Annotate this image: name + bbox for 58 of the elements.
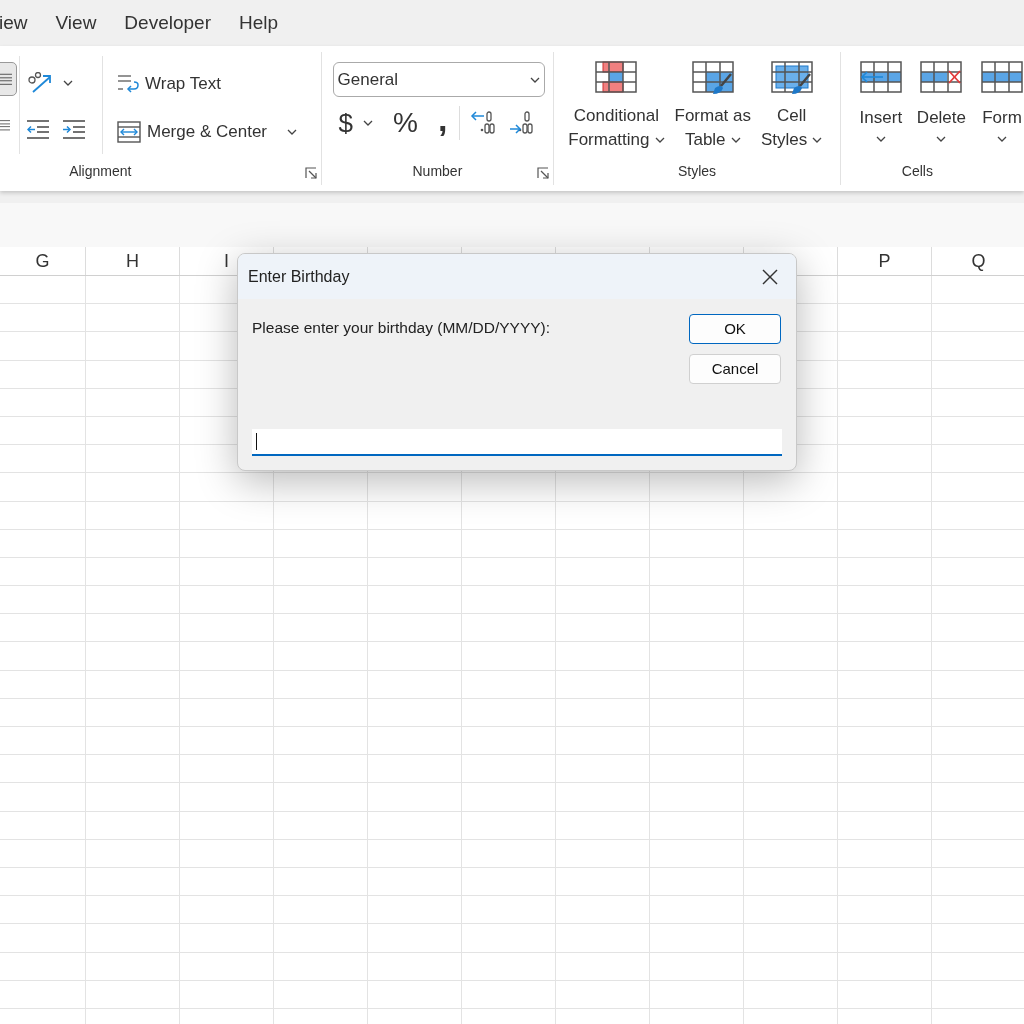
group-label: Cells bbox=[901, 162, 933, 182]
merge-center-button[interactable]: Merge & Center bbox=[117, 116, 297, 148]
style-button[interactable]: Format as Table bbox=[674, 60, 752, 159]
column-header[interactable]: H bbox=[126, 247, 139, 275]
menu-tab[interactable]: Help bbox=[238, 8, 279, 38]
cells-button[interactable]: Delete bbox=[916, 60, 966, 159]
chevron-down-icon bbox=[936, 136, 947, 142]
cells-button[interactable]: Insert bbox=[858, 60, 903, 159]
insert-cells-icon bbox=[858, 60, 903, 96]
highlighted-grid-icon bbox=[594, 60, 639, 96]
increase-indent-icon bbox=[63, 119, 85, 139]
number-format-value: General bbox=[337, 68, 399, 91]
menu-tab[interactable]: iew bbox=[0, 8, 28, 38]
close-icon bbox=[762, 268, 778, 285]
merge-cells-icon bbox=[117, 121, 141, 143]
wrap-text-icon bbox=[117, 73, 139, 95]
group-label: Styles bbox=[678, 162, 717, 182]
dialog-prompt: Please enter your birthday (MM/DD/YYYY): bbox=[252, 318, 551, 338]
comma-style-button[interactable]: , bbox=[437, 102, 448, 136]
column-header[interactable]: I bbox=[224, 247, 229, 275]
decrease-decimal-icon[interactable] bbox=[508, 110, 535, 136]
delete-cells-icon bbox=[919, 60, 964, 96]
column-header[interactable]: P bbox=[878, 247, 891, 275]
cell-brush-icon bbox=[769, 60, 814, 96]
group-label: Number bbox=[412, 162, 463, 182]
decrease-indent-icon bbox=[27, 119, 49, 139]
style-button[interactable]: Conditional Formatting bbox=[568, 60, 665, 159]
group-label: Alignment bbox=[69, 162, 132, 182]
menu-tab[interactable]: Developer bbox=[124, 8, 211, 38]
dialog-launcher-icon[interactable] bbox=[304, 167, 317, 180]
dialog-title: Enter Birthday bbox=[248, 266, 350, 287]
increase-decimal-icon[interactable] bbox=[470, 110, 497, 136]
chevron-down-icon bbox=[654, 137, 665, 143]
cells-button[interactable]: Form bbox=[980, 60, 1024, 159]
chevron-down-icon bbox=[812, 137, 823, 143]
number-format-select[interactable]: General bbox=[332, 62, 545, 97]
dialog-button[interactable]: OK bbox=[689, 314, 781, 344]
chevron-down-icon bbox=[997, 136, 1007, 142]
column-header[interactable]: Q bbox=[971, 247, 986, 275]
menu-tab[interactable]: View bbox=[55, 8, 97, 38]
chevron-down-icon bbox=[730, 137, 741, 143]
dialog-button[interactable]: Cancel bbox=[689, 354, 781, 384]
orientation-icon[interactable] bbox=[27, 72, 53, 94]
format-cells-icon bbox=[980, 60, 1024, 96]
format-dropdown-icon bbox=[529, 76, 540, 83]
merge-dropdown-icon bbox=[287, 129, 297, 135]
orientation-dropdown-icon bbox=[63, 80, 73, 86]
currency-dropdown-icon bbox=[363, 120, 374, 126]
dialog-launcher-icon[interactable] bbox=[537, 167, 550, 180]
text-cursor bbox=[256, 433, 257, 450]
chevron-down-icon bbox=[875, 136, 886, 142]
column-header[interactable]: G bbox=[35, 247, 50, 275]
table-brush-icon bbox=[690, 60, 735, 96]
currency-button[interactable]: $ bbox=[338, 110, 354, 136]
birthday-input-field[interactable] bbox=[252, 429, 782, 456]
wrap-text-button[interactable]: Wrap Text bbox=[117, 68, 297, 100]
percent-button[interactable]: % bbox=[393, 109, 418, 137]
style-button[interactable]: Cell Styles bbox=[761, 60, 823, 159]
